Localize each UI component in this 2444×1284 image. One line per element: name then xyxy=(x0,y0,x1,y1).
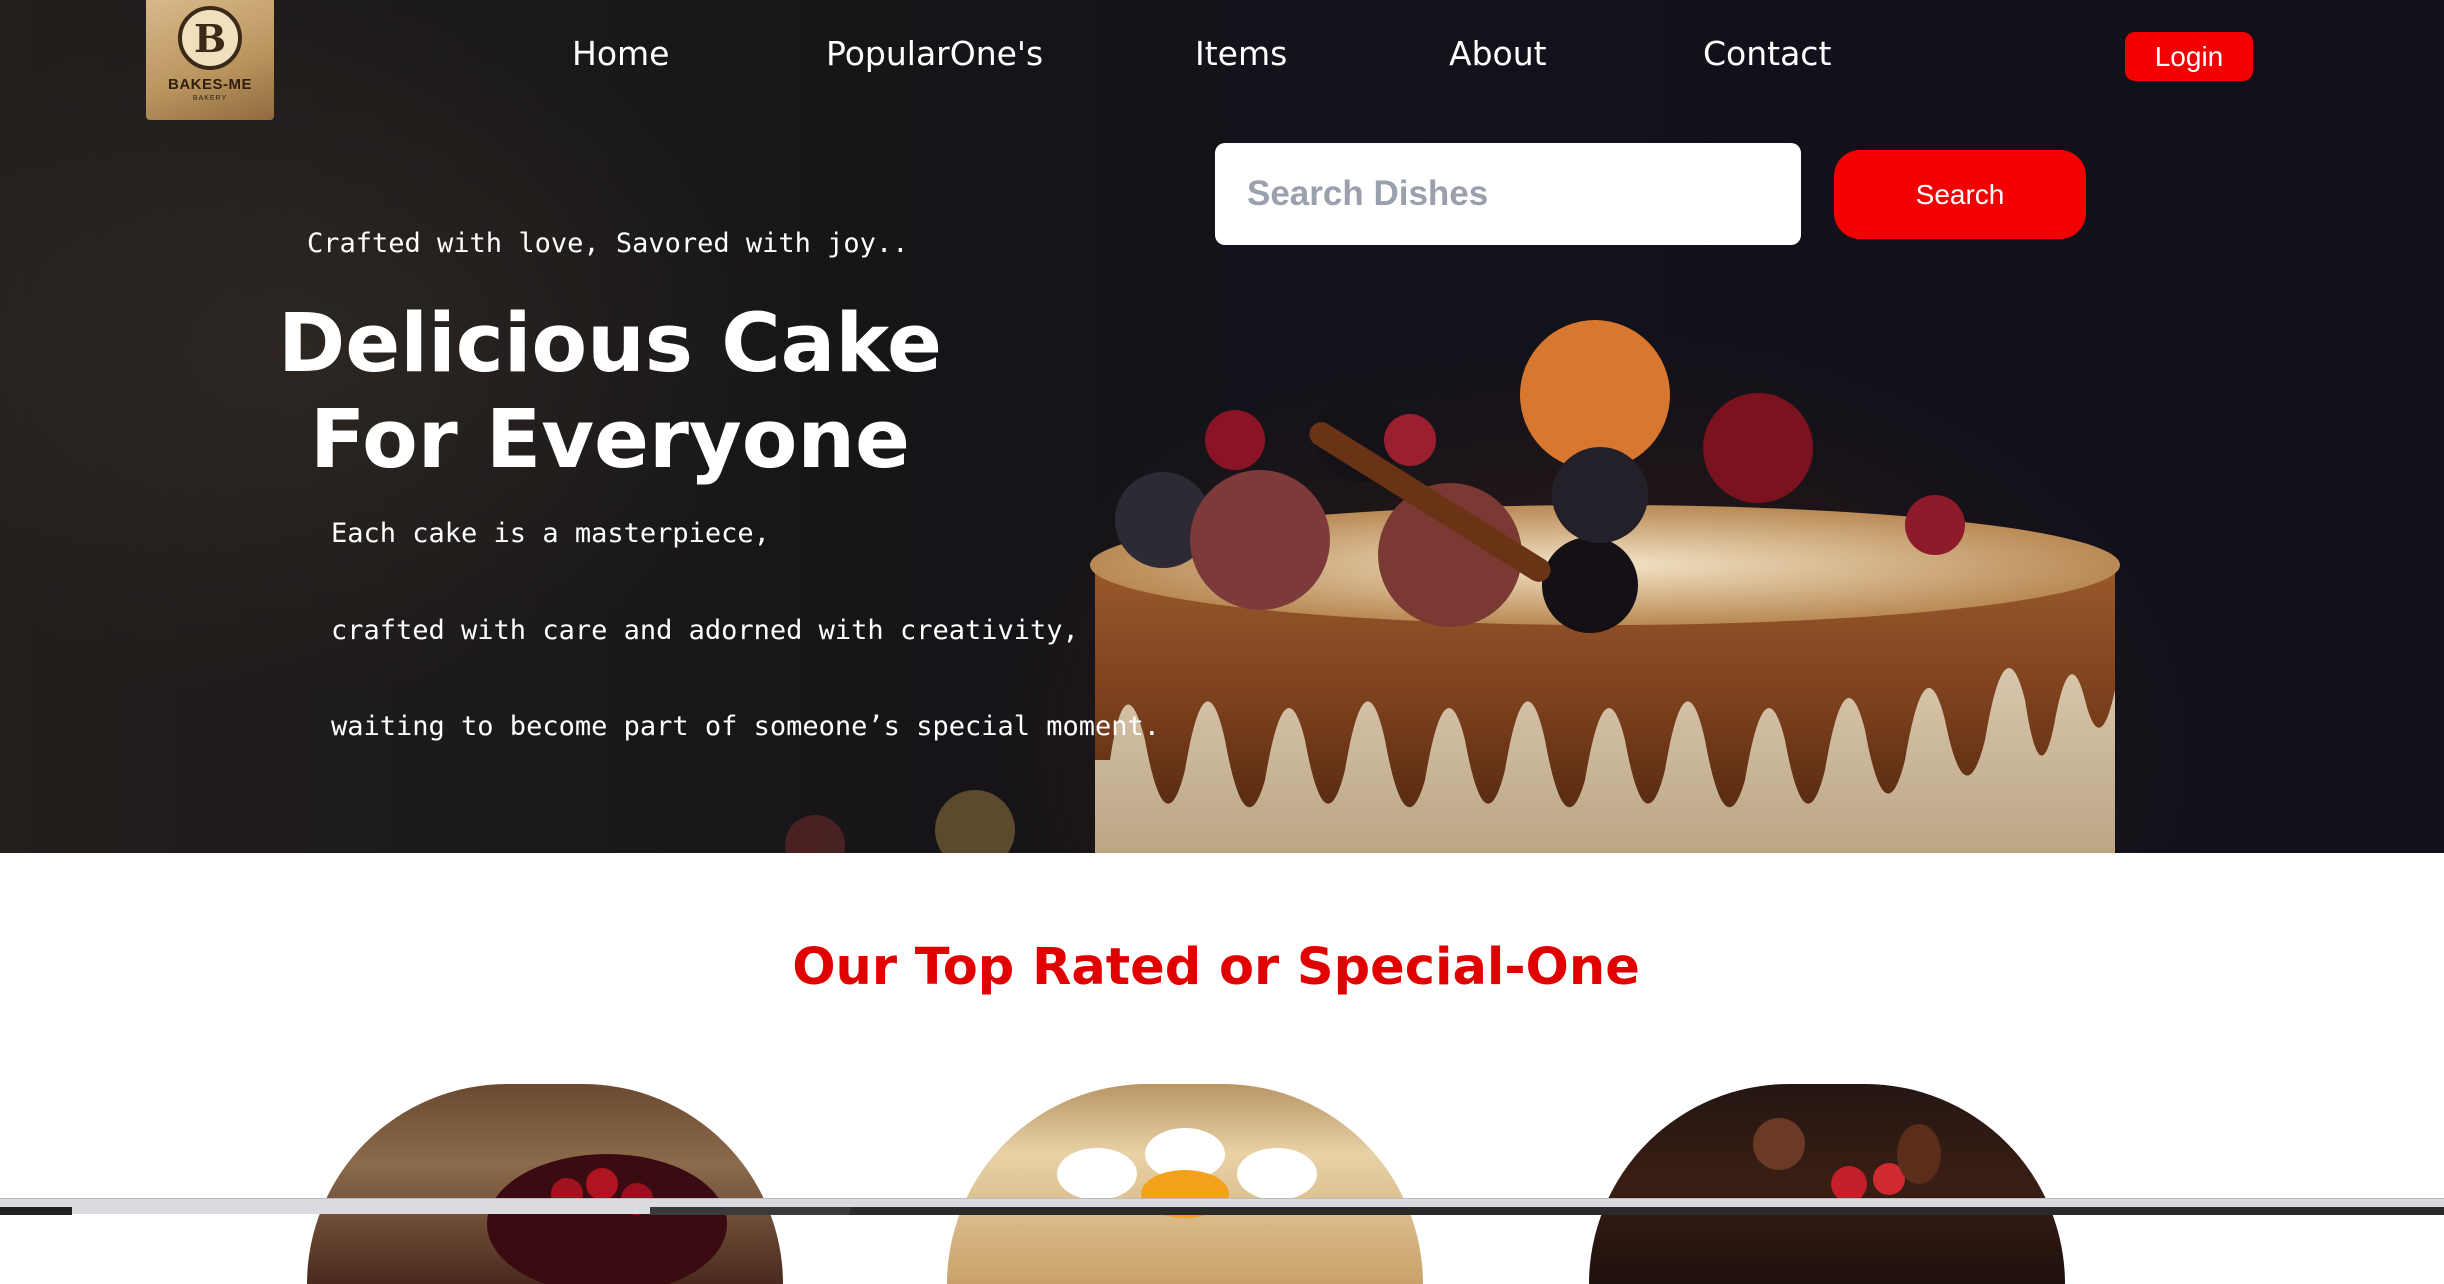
top-navigation: Home PopularOne's Items About Contact Lo… xyxy=(0,30,2444,84)
cream-cake-image xyxy=(1057,1128,1317,1218)
hero-headline-line-1: Delicious Cake xyxy=(278,297,942,391)
special-cake-card[interactable] xyxy=(947,1084,1423,1284)
hero-description-line: crafted with care and adorned with creat… xyxy=(331,615,1079,646)
nav-home[interactable]: Home xyxy=(572,34,669,73)
hero-tagline: Crafted with love, Savored with joy.. xyxy=(307,228,909,259)
cherry-cake-image xyxy=(487,1154,727,1284)
hero-headline: Delicious Cake For Everyone xyxy=(270,296,950,488)
chocolate-cake-image xyxy=(1753,1118,1941,1202)
search-input[interactable] xyxy=(1215,143,1801,245)
special-cake-card[interactable] xyxy=(307,1084,783,1284)
nav-about[interactable]: About xyxy=(1449,34,1547,73)
hero-description-line: Each cake is a masterpiece, xyxy=(331,518,770,549)
login-button[interactable]: Login xyxy=(2125,32,2253,81)
hero-description-line: waiting to become part of someone’s spec… xyxy=(331,711,1161,742)
hero-headline-line-2: For Everyone xyxy=(310,393,910,487)
nav-contact[interactable]: Contact xyxy=(1703,34,1831,73)
logo-subtitle: BAKERY xyxy=(192,95,228,102)
nav-popular-ones[interactable]: PopularOne's xyxy=(826,34,1043,73)
section-title: Our Top Rated or Special-One xyxy=(792,938,1640,997)
special-cake-card[interactable] xyxy=(1589,1084,2065,1284)
nav-items[interactable]: Items xyxy=(1195,34,1287,73)
taskbar xyxy=(0,1198,2444,1215)
search-button[interactable]: Search xyxy=(1834,150,2086,239)
